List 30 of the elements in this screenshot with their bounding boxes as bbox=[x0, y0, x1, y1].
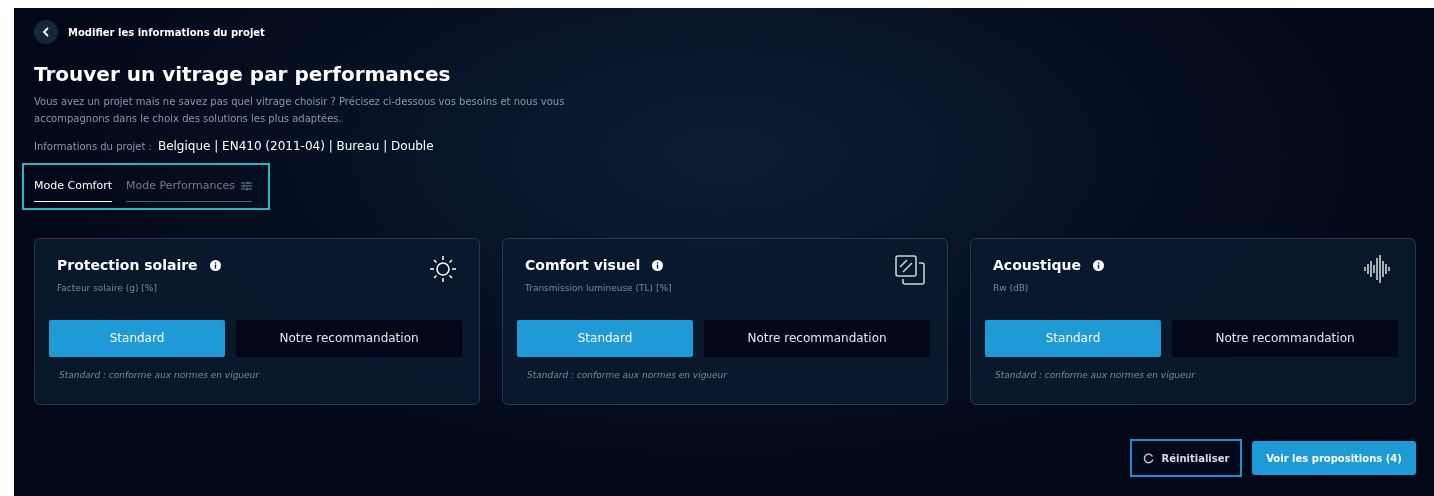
card-note: Standard : conforme aux normes en vigueur bbox=[526, 368, 729, 382]
card-note: Standard : conforme aux normes en vigueur bbox=[994, 368, 1197, 382]
option-button[interactable]: Notre recommandation bbox=[236, 319, 462, 357]
glass-panes-icon bbox=[895, 255, 925, 285]
card-title: Acoustique bbox=[993, 256, 1082, 275]
back-button[interactable] bbox=[34, 20, 58, 44]
info-icon[interactable] bbox=[652, 260, 664, 271]
card-subtitle: Transmission lumineuse (TL) [%] bbox=[525, 282, 672, 295]
page-title: Trouver un vitrage par performances bbox=[34, 62, 452, 87]
project-info-value: Belgique | EN410 (2011-04) | Bureau | Double bbox=[157, 138, 434, 155]
card-title: Protection solaire bbox=[57, 256, 198, 275]
card-note: Standard : conforme aux normes en vigueur bbox=[58, 368, 261, 382]
card-subtitle: Facteur solaire (g) [%] bbox=[57, 282, 158, 295]
description: Vous avez un projet mais ne savez pas quel vitrage choisir ? Précisez ci-dessous vos besoins et nous vous accompagnons dans le choix des solutions les plus adaptées. bbox=[34, 95, 566, 126]
info-icon[interactable] bbox=[209, 260, 221, 271]
refresh-icon bbox=[1142, 452, 1154, 464]
sound-wave-icon bbox=[1363, 255, 1393, 283]
option-button[interactable]: Notre recommandation bbox=[1172, 319, 1398, 357]
card-title: Comfort visuel bbox=[525, 256, 641, 275]
option-button[interactable]: Notre recommandation bbox=[704, 319, 930, 357]
sun-icon bbox=[429, 255, 457, 283]
sliders-icon bbox=[240, 181, 252, 191]
reset-button[interactable]: Réinitialiser bbox=[1130, 439, 1242, 477]
mode-tab[interactable]: Mode Performances bbox=[126, 171, 252, 202]
back-link[interactable]: Modifier les informations du projet bbox=[68, 24, 265, 40]
card-subtitle: Rw (dB) bbox=[993, 282, 1030, 295]
project-info-label: Informations du projet : bbox=[34, 140, 152, 154]
info-icon[interactable] bbox=[1093, 260, 1105, 271]
mode-tab[interactable]: Mode Comfort bbox=[34, 171, 113, 202]
chevron-left-icon bbox=[42, 27, 50, 37]
